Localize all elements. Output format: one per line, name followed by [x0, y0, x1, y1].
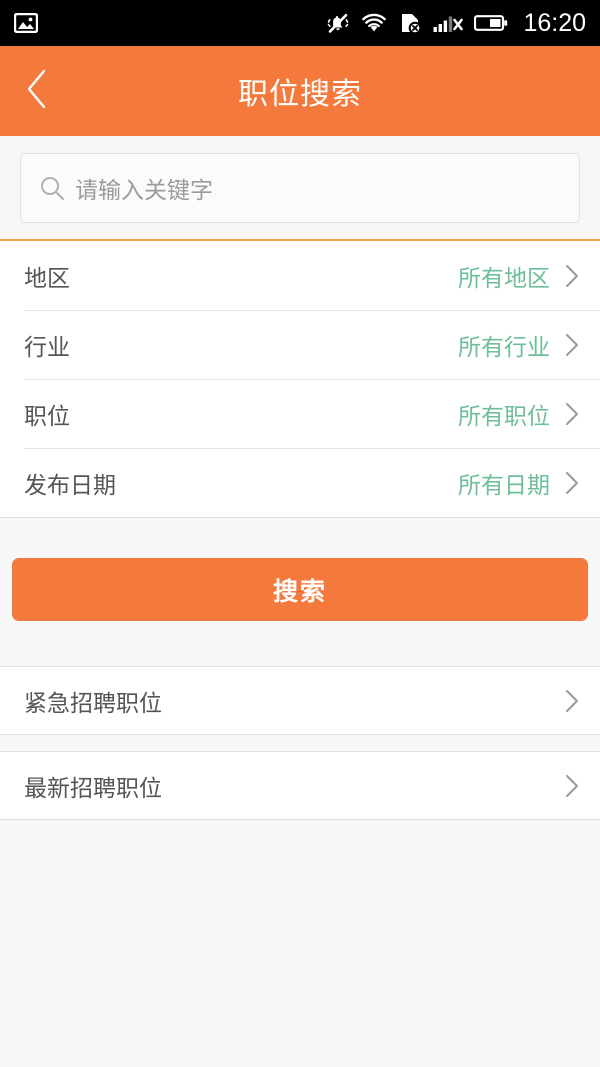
- sim-disabled-icon: [398, 12, 422, 34]
- back-chevron-icon: [24, 68, 50, 115]
- chevron-right-icon: [564, 401, 580, 427]
- chevron-right-icon: [564, 773, 580, 799]
- link-row-urgent-jobs[interactable]: 紧急招聘职位: [0, 666, 600, 735]
- gallery-icon: [14, 13, 38, 33]
- filter-label: 行业: [24, 333, 70, 360]
- status-bar-clock: 16:20: [523, 8, 586, 37]
- search-button-zone: 搜索: [0, 518, 600, 666]
- filter-value: 所有行业: [458, 333, 550, 360]
- filter-label: 地区: [24, 264, 70, 291]
- link-list-separator: [0, 735, 600, 751]
- filter-row-publish-date[interactable]: 发布日期 所有日期: [0, 448, 600, 517]
- filter-row-industry[interactable]: 行业 所有行业: [0, 310, 600, 379]
- search-input[interactable]: 请输入关键字: [75, 171, 213, 205]
- filter-row-region[interactable]: 地区 所有地区: [0, 241, 600, 310]
- signal-no-service-icon: [433, 13, 464, 33]
- app-screen: 16:20 职位搜索 请输入关键字 地区 所有地区 行业 所有行业 职位 所有职…: [0, 0, 600, 1067]
- link-row-latest-jobs[interactable]: 最新招聘职位: [0, 751, 600, 820]
- filter-value: 所有日期: [458, 471, 550, 498]
- link-label: 最新招聘职位: [24, 774, 162, 801]
- status-bar: 16:20: [0, 0, 600, 46]
- chevron-right-icon: [564, 470, 580, 496]
- vibrate-mute-icon: [326, 12, 350, 34]
- filter-label: 发布日期: [24, 471, 116, 498]
- search-button[interactable]: 搜索: [12, 558, 588, 621]
- back-button[interactable]: [0, 46, 74, 136]
- link-label: 紧急招聘职位: [24, 689, 162, 716]
- search-input-container[interactable]: 请输入关键字: [20, 153, 580, 223]
- filter-list: 地区 所有地区 行业 所有行业 职位 所有职位 发布日期 所有日期: [0, 241, 600, 518]
- wifi-icon: [361, 13, 387, 33]
- status-bar-left-icons: [14, 13, 38, 33]
- page-empty-area: [0, 820, 600, 1067]
- search-button-label: 搜索: [272, 577, 327, 606]
- filter-value: 所有职位: [458, 402, 550, 429]
- shortcut-link-list: 紧急招聘职位 最新招聘职位: [0, 666, 600, 820]
- filter-label: 职位: [24, 402, 70, 429]
- battery-icon: [474, 13, 508, 33]
- app-header: 职位搜索: [0, 46, 600, 136]
- chevron-right-icon: [564, 263, 580, 289]
- chevron-right-icon: [564, 688, 580, 714]
- chevron-right-icon: [564, 332, 580, 358]
- page-title: 职位搜索: [238, 78, 362, 111]
- filter-row-position[interactable]: 职位 所有职位: [0, 379, 600, 448]
- status-bar-right-icons: 16:20: [326, 9, 586, 38]
- search-icon: [39, 175, 65, 201]
- search-section: 请输入关键字: [0, 136, 600, 241]
- filter-value: 所有地区: [458, 264, 550, 291]
